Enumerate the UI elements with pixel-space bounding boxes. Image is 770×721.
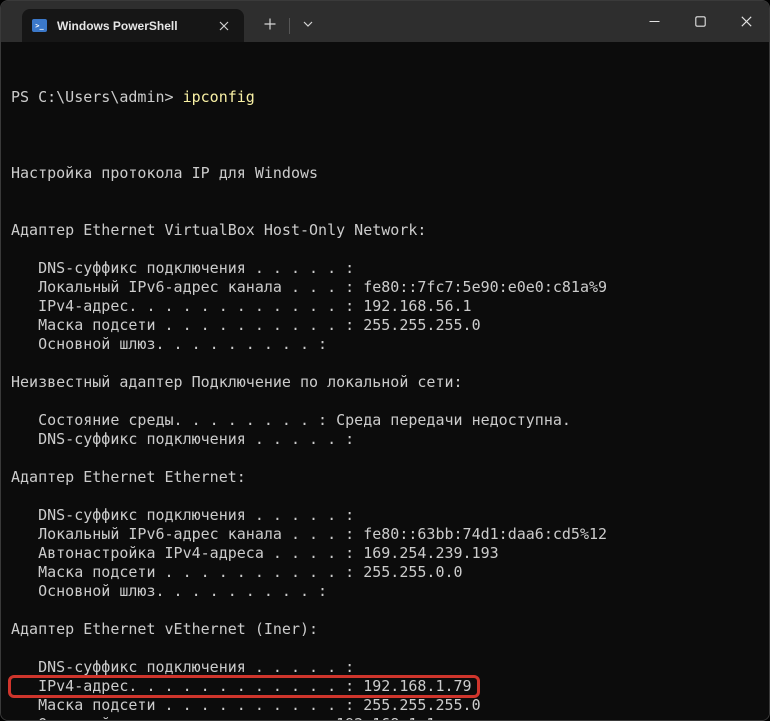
terminal-line: Маска подсети . . . . . . . . . . : 255.… bbox=[11, 563, 463, 581]
output-lines: Настройка протокола IP для Windows Адапте… bbox=[8, 145, 769, 720]
tabbar-separator bbox=[289, 18, 290, 34]
close-window-button[interactable] bbox=[723, 1, 769, 42]
prompt-line: PS C:\Users\admin> ipconfig bbox=[11, 88, 769, 107]
titlebar-drag-region[interactable] bbox=[323, 1, 631, 42]
terminal-line: Основной шлюз. . . . . . . . . : bbox=[11, 335, 328, 353]
terminal-line: IPv4-адрес. . . . . . . . . . . . : 192.… bbox=[11, 297, 472, 315]
terminal-line: DNS-суффикс подключения . . . . . : bbox=[11, 506, 355, 524]
chevron-down-icon bbox=[303, 21, 313, 27]
command-text: ipconfig bbox=[182, 88, 255, 106]
terminal-line: Состояние среды. . . . . . . . : Среда п… bbox=[11, 411, 571, 429]
terminal-line: Основной шлюз. . . . . . . . . : bbox=[11, 582, 328, 600]
plus-icon bbox=[264, 18, 276, 30]
maximize-icon bbox=[694, 16, 706, 27]
powershell-icon: >_ bbox=[32, 19, 47, 32]
close-icon bbox=[740, 16, 752, 27]
terminal-line: DNS-суффикс подключения . . . . . : bbox=[11, 658, 355, 676]
titlebar: >_ Windows PowerShell bbox=[1, 1, 769, 42]
maximize-button[interactable] bbox=[677, 1, 723, 42]
window-controls bbox=[631, 1, 769, 42]
terminal-line: Адаптер Ethernet VirtualBox Host-Only Ne… bbox=[11, 221, 427, 239]
highlighted-ipv4-line: IPv4-адрес. . . . . . . . . . . . : 192.… bbox=[8, 675, 769, 698]
powershell-window: >_ Windows PowerShell PS C:\Users\admin>… bbox=[0, 0, 770, 721]
tab-title: Windows PowerShell bbox=[57, 18, 178, 33]
tab-close-button[interactable] bbox=[212, 14, 236, 38]
close-icon bbox=[219, 21, 229, 30]
minimize-button[interactable] bbox=[631, 1, 677, 42]
terminal-line: Неизвестный адаптер Подключение по локал… bbox=[11, 373, 463, 391]
new-tab-button[interactable] bbox=[254, 9, 286, 39]
terminal-line: Адаптер Ethernet Ethernet: bbox=[11, 468, 246, 486]
prompt-text: PS C:\Users\admin> bbox=[11, 88, 183, 106]
terminal-line: Адаптер Ethernet vEthernet (Iner): bbox=[11, 620, 319, 638]
terminal-line: Настройка протокола IP для Windows bbox=[11, 164, 319, 182]
terminal-line: Автонастройка IPv4-адреса . . . . : 169.… bbox=[11, 544, 499, 562]
tab-dropdown-button[interactable] bbox=[293, 9, 323, 39]
tab-windows-powershell[interactable]: >_ Windows PowerShell bbox=[22, 9, 244, 42]
terminal-line: Основной шлюз. . . . . . . . . : 192.168… bbox=[11, 715, 769, 720]
terminal-line: DNS-суффикс подключения . . . . . : bbox=[11, 430, 355, 448]
terminal-content[interactable]: PS C:\Users\admin> ipconfig Настройка пр… bbox=[1, 42, 769, 720]
terminal-line: Маска подсети . . . . . . . . . . : 255.… bbox=[11, 316, 481, 334]
terminal-line: Локальный IPv6-адрес канала . . . : fe80… bbox=[11, 278, 608, 296]
ipv4-highlight-box bbox=[8, 675, 480, 698]
terminal-line: Локальный IPv6-адрес канала . . . : fe80… bbox=[11, 525, 608, 543]
terminal-line: Маска подсети . . . . . . . . . . : 255.… bbox=[11, 696, 481, 714]
minimize-icon bbox=[649, 20, 659, 23]
terminal-line: DNS-суффикс подключения . . . . . : bbox=[11, 259, 355, 277]
